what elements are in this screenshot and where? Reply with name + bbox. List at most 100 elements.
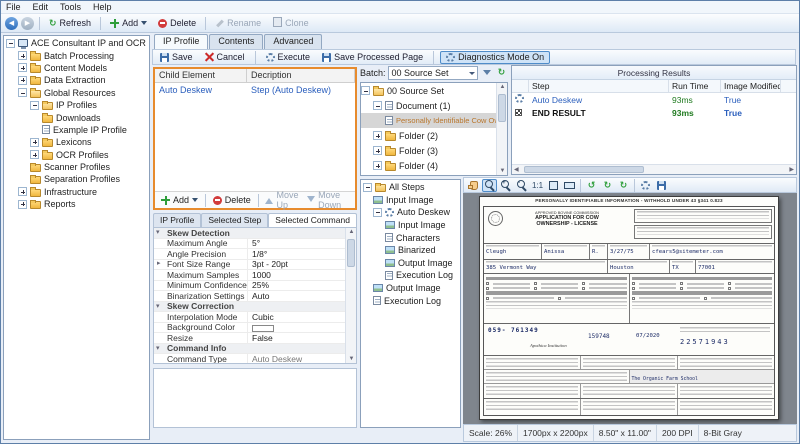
tree-item-ip-profiles[interactable]: IP Profiles [4,99,149,111]
column-description[interactable]: Decription [247,69,355,82]
save-button[interactable]: Save [156,51,197,63]
background-color-value[interactable] [248,322,345,332]
property-value[interactable]: Auto [248,291,345,301]
results-horizontal-scrollbar[interactable] [512,164,796,174]
pan-icon[interactable] [466,179,481,192]
column-run-time[interactable]: Run Time [669,80,721,92]
result-step[interactable]: Auto Deskew [529,95,669,105]
rotate-right-icon[interactable]: ↻ [600,179,615,192]
column-image-modified[interactable]: Image Modified [721,80,781,92]
move-up-button[interactable]: Move Up [262,190,302,210]
menu-tools[interactable]: Tools [60,2,81,12]
move-down-button[interactable]: Move Down [304,190,352,210]
scrollbar-thumb[interactable] [347,239,355,267]
collapse-icon[interactable] [30,101,39,110]
child-description-link[interactable]: Step (Auto Deskew) [247,85,355,95]
tree-item-ad-execution-log[interactable]: Execution Log [361,269,460,282]
results-row-auto-deskew[interactable]: Auto Deskew 93ms True [512,93,796,106]
cancel-button[interactable]: Cancel [201,51,249,63]
delete-child-button[interactable]: Delete [210,195,254,205]
batch-refresh-icon[interactable]: ↻ [495,66,508,79]
property-row[interactable]: Interpolation Mode Cubic [154,312,345,323]
tree-item-downloads[interactable]: Downloads [4,111,149,123]
tab-property-ip-profile[interactable]: IP Profile [153,213,201,227]
tab-contents[interactable]: Contents [209,34,263,49]
tree-item-reports[interactable]: Reports [4,198,149,210]
tree-item-scanner-profiles[interactable]: Scanner Profiles [4,161,149,173]
tab-advanced[interactable]: Advanced [264,34,322,49]
tree-item-data-extraction[interactable]: Data Extraction [4,74,149,86]
menu-edit[interactable]: Edit [33,2,49,12]
image-settings-icon[interactable] [638,179,653,192]
property-value[interactable]: 5° [248,238,345,248]
child-element-link[interactable]: Auto Deskew [155,85,247,95]
image-viewer[interactable]: PERSONALLY IDENTIFIABLE INFORMATION - WI… [463,193,797,424]
collapse-icon[interactable] [361,86,370,95]
rename-button[interactable]: Rename [211,17,265,29]
tree-item-ad-output-image[interactable]: Output Image [361,257,460,270]
menu-file[interactable]: File [6,2,21,12]
property-grid-scrollbar[interactable] [345,228,356,363]
tree-item-document-1[interactable]: Document (1) [361,98,496,113]
viewer-refresh-icon[interactable]: ↻ [616,179,631,192]
forward-icon[interactable]: ▶ [21,17,34,30]
zoom-region-icon[interactable] [482,179,497,192]
tree-item-all-steps[interactable]: All Steps [361,181,460,194]
property-row[interactable]: Minimum Confidence 25% [154,281,345,292]
property-row[interactable]: Binarization Settings Auto [154,291,345,302]
table-row[interactable]: Auto Deskew Step (Auto Deskew) [155,83,355,96]
expand-icon[interactable] [373,146,382,155]
property-value[interactable]: 3pt - 20pt [248,259,345,269]
tree-item-selected-page[interactable]: Personally Identifiable Cow Ownership - … [361,113,496,128]
tab-property-selected-command[interactable]: Selected Command [268,213,357,227]
delete-button[interactable]: Delete [154,17,200,29]
actual-size-icon[interactable]: 1:1 [530,179,545,192]
tree-item-source-set[interactable]: 00 Source Set [361,83,496,98]
property-row[interactable]: Background Color [154,323,345,334]
expand-icon[interactable] [18,63,27,72]
tree-item-lexicons[interactable]: Lexicons [4,136,149,148]
tree-item-ad-binarized[interactable]: Binarized [361,244,460,257]
tree-item-root[interactable]: ACE Consultant IP and OCR [4,37,149,49]
add-button[interactable]: Add [106,17,151,29]
property-value[interactable]: 25% [248,280,345,290]
collapse-icon[interactable] [18,88,27,97]
color-swatch[interactable] [252,325,274,332]
save-image-icon[interactable] [654,179,669,192]
results-row-end-result[interactable]: END RESULT 93ms True [512,106,796,119]
tree-item-input-image[interactable]: Input Image [361,194,460,207]
expand-icon[interactable] [373,131,382,140]
save-processed-page-button[interactable]: Save Processed Page [318,51,427,63]
property-row[interactable]: Angle Precision 1/8° [154,249,345,260]
zoom-in-icon[interactable]: + [498,179,513,192]
document-page[interactable]: PERSONALLY IDENTIFIABLE INFORMATION - WI… [479,196,779,420]
column-step[interactable]: Step [529,80,669,92]
tree-item-ad-input-image[interactable]: Input Image [361,219,460,232]
expand-icon[interactable] [30,138,39,147]
add-child-button[interactable]: Add [158,195,201,205]
collapse-icon[interactable] [373,101,382,110]
tree-item-infrastructure[interactable]: Infrastructure [4,186,149,198]
collapse-icon[interactable] [6,39,15,48]
collapse-icon[interactable] [373,208,382,217]
tree-item-folder-2[interactable]: Folder (2) [361,128,496,143]
property-row[interactable]: Command Type Auto Deskew [154,354,345,364]
tree-item-content-models[interactable]: Content Models [4,62,149,74]
tab-ip-profile[interactable]: IP Profile [154,34,208,49]
tree-item-execution-log[interactable]: Execution Log [361,294,460,307]
zoom-out-icon[interactable]: - [514,179,529,192]
collapse-icon[interactable] [363,183,372,192]
expand-icon[interactable] [18,51,27,60]
tree-item-batch-processing[interactable]: Batch Processing [4,49,149,61]
execute-button[interactable]: Execute [262,51,315,63]
scrollbar-thumb[interactable] [498,94,506,122]
tree-item-ad-characters[interactable]: Characters [361,231,460,244]
property-value[interactable]: Cubic [248,312,345,322]
tree-item-auto-deskew[interactable]: Auto Deskew [361,206,460,219]
clone-button[interactable]: Clone [268,17,313,29]
tab-property-selected-step[interactable]: Selected Step [201,213,268,227]
batch-select[interactable]: 00 Source Set [388,66,478,80]
expand-icon[interactable] [30,150,39,159]
expand-icon[interactable] [18,187,27,196]
menu-help[interactable]: Help [93,2,112,12]
